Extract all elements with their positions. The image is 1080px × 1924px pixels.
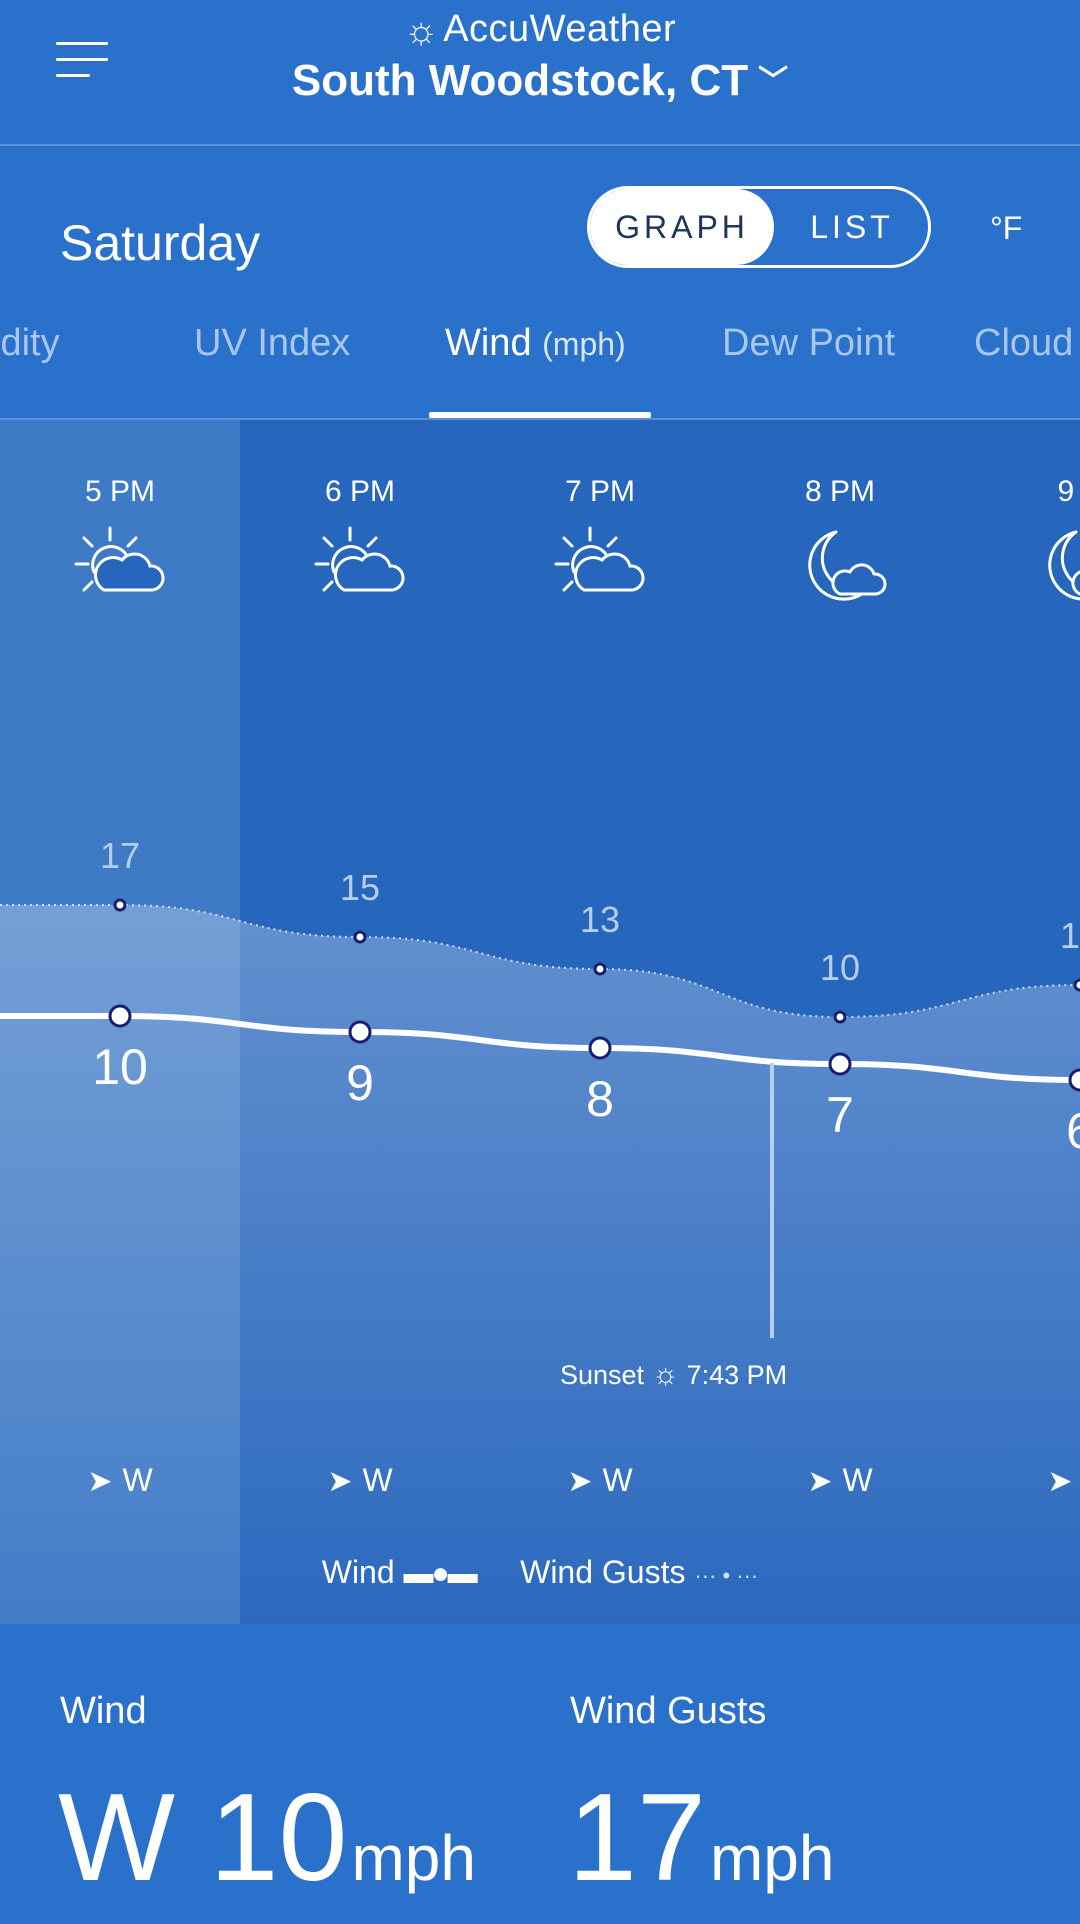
gusts-label: Wind Gusts bbox=[570, 1690, 767, 1732]
gust-value-label: 10 bbox=[819, 947, 861, 988]
wind-direction: ➤W bbox=[280, 1462, 440, 1499]
gust-area bbox=[0, 905, 1080, 1624]
sunset-annotation: Sunset ☼ 7:43 PM bbox=[560, 1358, 880, 1392]
wind-direction: ➤W bbox=[40, 1462, 200, 1499]
wind-direction: W bbox=[58, 1769, 176, 1907]
sunset-icon: ☼ bbox=[651, 1358, 680, 1391]
gust-point bbox=[353, 930, 367, 944]
chevron-down-icon: ﹀ bbox=[758, 65, 789, 98]
gust-value-label: 13 bbox=[579, 899, 621, 940]
wind-value: W 10mph bbox=[58, 1776, 476, 1900]
wind-point bbox=[588, 1036, 612, 1060]
wind-point bbox=[108, 1004, 132, 1028]
wind-graph[interactable]: 5 PM1710➤W6 PM159➤W7 PM138➤W8 PM107➤W9 P… bbox=[0, 420, 1080, 1624]
tab-uv-index[interactable]: UV Index bbox=[194, 322, 350, 365]
wind-direction: ➤W bbox=[760, 1462, 920, 1499]
wind-direction: ➤W bbox=[520, 1462, 680, 1499]
tab-label: Dew Point bbox=[722, 322, 896, 364]
wind-point bbox=[828, 1052, 852, 1076]
direction-label: W bbox=[602, 1462, 633, 1498]
wind-arrow-icon: ➤ bbox=[1047, 1465, 1073, 1498]
brand-logo: ☼ AccuWeather bbox=[0, 8, 1080, 53]
moon-cloud-icon bbox=[790, 520, 890, 620]
tab-wind[interactable]: Wind (mph) bbox=[445, 322, 626, 365]
sunset-time: 7:43 PM bbox=[686, 1360, 788, 1390]
partly-cloudy-icon bbox=[550, 520, 650, 620]
wind-label: Wind bbox=[60, 1690, 147, 1732]
hour-label: 5 PM bbox=[84, 475, 156, 508]
wind-speed: 10 bbox=[209, 1769, 348, 1907]
tab-unit: (mph) bbox=[542, 326, 626, 362]
hour-label: 9 P bbox=[1057, 475, 1080, 508]
wind-value-label: 9 bbox=[346, 1055, 374, 1111]
wind-arrow-icon: ➤ bbox=[327, 1465, 353, 1498]
subheader bbox=[0, 146, 1080, 420]
wind-arrow-icon: ➤ bbox=[567, 1465, 593, 1498]
tab-cloud-cover[interactable]: Cloud bbox=[974, 322, 1073, 365]
location-name: South Woodstock, CT bbox=[291, 56, 749, 105]
partly-cloudy-icon bbox=[310, 520, 410, 620]
tab-label: Cloud bbox=[974, 322, 1074, 364]
unit-toggle[interactable]: °F bbox=[990, 210, 1022, 247]
tab-dew-point[interactable]: Dew Point bbox=[722, 322, 895, 365]
gust-value-label: 12 bbox=[1059, 915, 1080, 956]
day-title: Saturday bbox=[60, 215, 261, 271]
direction-label: W bbox=[122, 1462, 153, 1498]
gust-point bbox=[1073, 978, 1080, 992]
wind-point bbox=[1068, 1068, 1080, 1092]
legend-wind-swatch: ▬●▬ bbox=[403, 1557, 478, 1590]
partly-cloudy-icon bbox=[70, 520, 170, 620]
wind-value-label: 8 bbox=[586, 1071, 614, 1127]
hour-label: 7 PM bbox=[564, 475, 636, 508]
direction-label: W bbox=[842, 1462, 873, 1498]
tab-label: idity bbox=[0, 322, 60, 364]
legend-gusts-swatch: ··· • ··· bbox=[694, 1563, 759, 1588]
gust-point bbox=[593, 962, 607, 976]
wind-arrow-icon: ➤ bbox=[87, 1465, 113, 1498]
gust-point bbox=[833, 1010, 847, 1024]
tab-label: Wind bbox=[445, 322, 532, 364]
moon-cloud-icon bbox=[1030, 520, 1080, 620]
legend-wind-label: Wind bbox=[321, 1554, 395, 1590]
tab-humidity[interactable]: idity bbox=[0, 322, 60, 365]
sunset-label: Sunset bbox=[560, 1360, 645, 1390]
accuweather-sun-icon: ☼ bbox=[403, 10, 440, 52]
wind-value-label: 6 bbox=[1020, 1102, 1080, 1160]
gust-point bbox=[113, 898, 127, 912]
list-view-button[interactable]: LIST bbox=[776, 189, 928, 265]
gusts-value: 17mph bbox=[568, 1776, 834, 1900]
chart-legend: Wind ▬●▬ Wind Gusts ··· • ··· bbox=[0, 1554, 1080, 1591]
wind-value-label: 7 bbox=[826, 1087, 854, 1143]
hour-label: 6 PM bbox=[324, 475, 396, 508]
wind-direction: ➤W bbox=[1000, 1462, 1080, 1499]
wind-arrow-icon: ➤ bbox=[807, 1465, 833, 1498]
direction-label: W bbox=[362, 1462, 393, 1498]
wind-unit: mph bbox=[351, 1822, 476, 1894]
view-toggle: GRAPH LIST bbox=[587, 186, 931, 268]
wind-point bbox=[348, 1020, 372, 1044]
gust-value-label: 15 bbox=[339, 867, 381, 908]
hour-label: 8 PM bbox=[804, 475, 876, 508]
gust-unit: mph bbox=[709, 1822, 835, 1894]
legend-gusts-label: Wind Gusts bbox=[520, 1554, 686, 1590]
gust-value-label: 17 bbox=[99, 835, 141, 876]
wind-value-label: 10 bbox=[92, 1039, 148, 1095]
gust-speed: 17 bbox=[568, 1769, 706, 1907]
location-selector[interactable]: South Woodstock, CT ﹀ bbox=[0, 56, 1080, 106]
graph-view-button[interactable]: GRAPH bbox=[590, 189, 774, 265]
tab-label: UV Index bbox=[194, 322, 351, 364]
brand-name: AccuWeather bbox=[443, 8, 677, 50]
